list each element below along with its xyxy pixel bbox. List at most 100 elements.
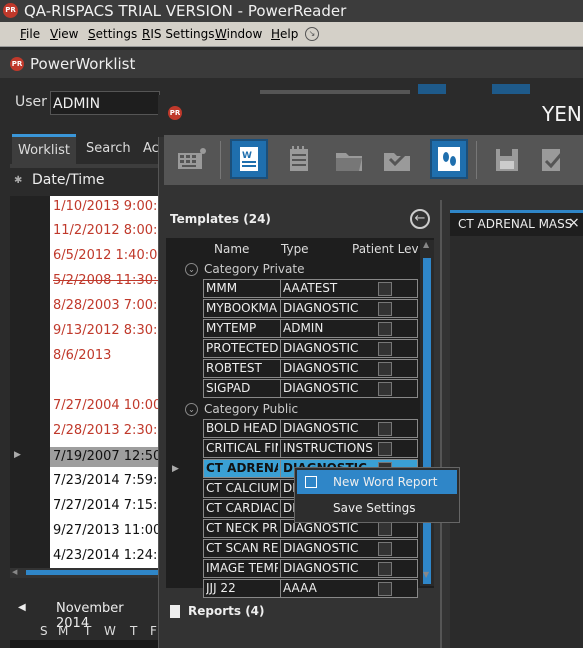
worklist-row[interactable]: 9/13/2012 8:30:00 xyxy=(50,321,160,341)
menu-view[interactable]: View xyxy=(50,25,78,43)
worklist-row[interactable]: 5/2/2008 11:30:00 xyxy=(50,271,160,291)
menu-file[interactable]: File xyxy=(20,25,40,43)
scroll-up-arrow-icon[interactable]: ▲ xyxy=(423,240,429,249)
sort-asterisk-icon: ✱ xyxy=(14,175,23,186)
template-type: AAATEST xyxy=(280,280,374,297)
worklist-row[interactable]: 1/10/2013 9:00:00 xyxy=(50,197,160,217)
patient-name: YEN, xyxy=(542,102,583,126)
template-row[interactable]: CRITICAL FINDINGINSTRUCTIONS xyxy=(203,439,418,458)
template-row[interactable]: ROBTEST DIAGNOSTIC xyxy=(203,359,418,378)
menu-help[interactable]: Help xyxy=(271,25,298,43)
scroll-left-arrow-icon[interactable]: ◀ xyxy=(12,568,17,576)
worklist-row[interactable]: 7/23/2014 7:59:18 xyxy=(50,471,160,491)
folder-check-icon[interactable] xyxy=(378,139,416,179)
collapse-icon[interactable]: ⌄ xyxy=(185,403,198,416)
tab-worklist[interactable]: Worklist xyxy=(12,134,76,164)
worklist-row[interactable]: 7/27/2004 10:00:00 xyxy=(50,396,160,416)
worklist-row[interactable]: 6/5/2012 1:40:06 xyxy=(50,246,160,266)
template-row[interactable]: PROTECTED DIAGNOSTIC xyxy=(203,339,418,358)
worklist-row[interactable]: 4/23/2014 1:24:50 xyxy=(50,546,160,566)
worklist-row[interactable]: 11/2/2012 8:00:00 xyxy=(50,221,160,241)
reports-label: Reports (4) xyxy=(188,604,265,618)
menu-settings[interactable]: Settings xyxy=(88,25,137,43)
patient-level-checkbox[interactable] xyxy=(378,342,392,356)
collapse-icon[interactable]: ⌄ xyxy=(185,263,198,276)
category-group-header[interactable]: ⌄ Category Private xyxy=(185,259,304,279)
template-name: JJJ 22 xyxy=(206,581,236,595)
back-arrow-icon[interactable]: ← xyxy=(410,209,430,229)
templates-vertical-scrollbar[interactable]: ▲ ▼ xyxy=(420,240,434,586)
keyboard-icon[interactable] xyxy=(172,139,210,179)
date-time-header: Date/Time xyxy=(32,172,105,188)
folder-icon[interactable] xyxy=(330,139,368,179)
template-name: CT CARDIAC xyxy=(206,501,278,515)
template-row[interactable]: MYBOOKMARKDIAGNOSTIC xyxy=(203,299,418,318)
patient-level-checkbox[interactable] xyxy=(378,542,392,556)
patient-level-checkbox[interactable] xyxy=(378,582,392,596)
worklist-row[interactable]: 8/28/2003 7:00:00 xyxy=(50,296,160,316)
word-document-icon[interactable]: W xyxy=(230,139,268,179)
help-circle-icon[interactable]: ↘ xyxy=(305,27,319,41)
template-row[interactable]: MYTEMP ADMIN xyxy=(203,319,418,338)
sign-report-icon[interactable] xyxy=(534,139,572,179)
menu-window[interactable]: Window xyxy=(215,25,262,43)
tab-search[interactable]: Search xyxy=(86,134,131,164)
category-group-header[interactable]: ⌄ Category Public xyxy=(185,399,298,419)
worklist-row[interactable]: 2/28/2013 2:30:00 xyxy=(50,421,160,441)
scroll-thumb[interactable] xyxy=(423,258,431,584)
weekday-label: F xyxy=(150,624,157,638)
patient-level-checkbox[interactable] xyxy=(378,282,392,296)
save-icon[interactable] xyxy=(488,139,526,179)
patient-level-checkbox[interactable] xyxy=(378,562,392,576)
user-field[interactable]: ADMIN xyxy=(50,91,160,115)
patient-level-checkbox[interactable] xyxy=(378,442,392,456)
template-name: SIGPAD xyxy=(206,381,251,395)
patient-level-checkbox[interactable] xyxy=(378,382,392,396)
tab-activity[interactable]: Ac xyxy=(143,134,159,164)
template-row[interactable]: MMM AAATEST xyxy=(203,279,418,298)
template-name: CT SCAN REPORT xyxy=(206,541,278,555)
window-title: QA-RISPACS TRIAL VERSION - PowerReader xyxy=(24,2,347,20)
worklist-row[interactable]: 7/27/2014 7:15:00 xyxy=(50,496,160,516)
column-header-patient-level[interactable]: Patient Leve xyxy=(352,242,418,256)
tab-ct-adrenal-mass[interactable]: CT ADRENAL MASS × xyxy=(450,210,583,236)
patient-level-checkbox[interactable] xyxy=(378,362,392,376)
category-label: Category Public xyxy=(204,402,299,416)
close-icon[interactable]: × xyxy=(568,215,580,231)
patient-level-checkbox[interactable] xyxy=(378,322,392,336)
panel-divider[interactable] xyxy=(440,200,442,648)
menu-ris-settings[interactable]: RIS Settings xyxy=(142,25,215,43)
template-row[interactable]: CT SCAN REPORTDIAGNOSTIC xyxy=(203,539,418,558)
reports-section[interactable]: Reports (4) xyxy=(170,604,265,618)
scroll-thumb[interactable] xyxy=(26,570,160,575)
template-row[interactable]: BOLD HEADERDIAGNOSTIC xyxy=(203,419,418,438)
worklist-row[interactable]: 7/19/2007 12:50:00 xyxy=(50,447,160,467)
toolbar-separator xyxy=(476,141,477,179)
weekday-label: W xyxy=(104,624,116,638)
toolbar-separator xyxy=(220,141,221,179)
worklist-row[interactable] xyxy=(50,371,160,391)
patient-level-checkbox[interactable] xyxy=(378,302,392,316)
column-header-name[interactable]: Name xyxy=(214,242,249,256)
template-name: IMAGE TEMPLATE xyxy=(206,561,278,575)
column-header-type[interactable]: Type xyxy=(281,242,309,256)
template-row[interactable]: IMAGE TEMPLATEDIAGNOSTIC xyxy=(203,559,418,578)
template-row[interactable]: JJJ 22 AAAA xyxy=(203,579,418,598)
template-row[interactable]: SIGPAD DIAGNOSTIC xyxy=(203,379,418,398)
menu-item-save-settings[interactable]: Save Settings xyxy=(297,496,457,520)
worklist-row[interactable]: 9/27/2013 11:00:00 xyxy=(50,521,160,541)
worklist-row[interactable]: 8/6/2013 xyxy=(50,346,160,366)
template-type: DIAGNOSTIC xyxy=(280,560,374,577)
scroll-down-arrow-icon[interactable]: ▼ xyxy=(423,570,429,579)
background-button[interactable] xyxy=(492,84,530,94)
worklist-horizontal-scrollbar[interactable]: ◀ xyxy=(10,568,160,578)
report-editor-pane[interactable] xyxy=(450,236,583,648)
patient-level-checkbox[interactable] xyxy=(378,522,392,536)
footsteps-icon[interactable] xyxy=(430,139,468,179)
worklist-column-header[interactable]: ✱ Date/Time xyxy=(10,170,160,194)
notepad-icon[interactable] xyxy=(280,139,318,179)
menu-item-new-word-report[interactable]: New Word Report xyxy=(297,470,457,494)
background-button[interactable] xyxy=(418,84,446,94)
prev-month-arrow-icon[interactable]: ◀ xyxy=(18,602,26,613)
patient-level-checkbox[interactable] xyxy=(378,422,392,436)
